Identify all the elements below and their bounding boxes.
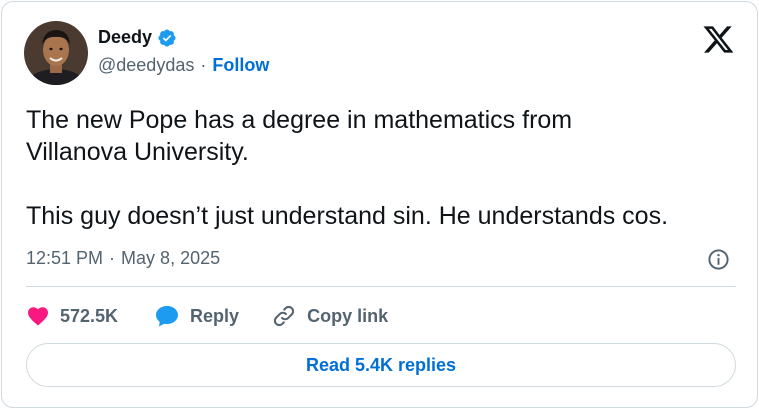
timestamp-separator: · [109, 248, 116, 268]
author-handle[interactable]: @deedydas [98, 55, 194, 76]
tweet-time[interactable]: 12:51 PM [26, 248, 103, 269]
reply-button[interactable]: Reply [154, 304, 239, 328]
reply-bubble-icon [156, 306, 179, 327]
divider [26, 286, 736, 287]
verified-badge-icon [158, 28, 176, 47]
author-handle-row: @deedydas · Follow [98, 55, 269, 76]
author-name[interactable]: Deedy [98, 27, 152, 48]
action-bar: 572.5K Reply Copy link [26, 301, 388, 331]
x-logo-icon[interactable] [702, 25, 734, 54]
tweet-card: Deedy @deedydas · Follow The new Pope ha… [1, 1, 758, 408]
info-icon[interactable] [707, 248, 730, 271]
avatar[interactable] [24, 21, 88, 85]
author-name-row[interactable]: Deedy [98, 27, 177, 48]
heart-icon [28, 307, 48, 326]
tweet-timestamp[interactable]: 12:51 PM · May 8, 2025 [26, 248, 220, 269]
copy-link-label: Copy link [307, 305, 389, 326]
copy-link-button[interactable]: Copy link [271, 303, 388, 329]
handle-separator: · [200, 55, 207, 75]
reply-label: Reply [190, 305, 240, 326]
follow-button[interactable]: Follow [212, 55, 269, 76]
tweet-text: The new Pope has a degree in mathematics… [26, 106, 669, 230]
link-icon [273, 305, 295, 327]
like-count: 572.5K [60, 305, 119, 326]
like-button[interactable]: 572.5K [26, 304, 118, 328]
avatar-image [24, 21, 88, 85]
read-replies-button[interactable]: Read 5.4K replies [26, 343, 736, 387]
tweet-date[interactable]: May 8, 2025 [121, 248, 220, 269]
